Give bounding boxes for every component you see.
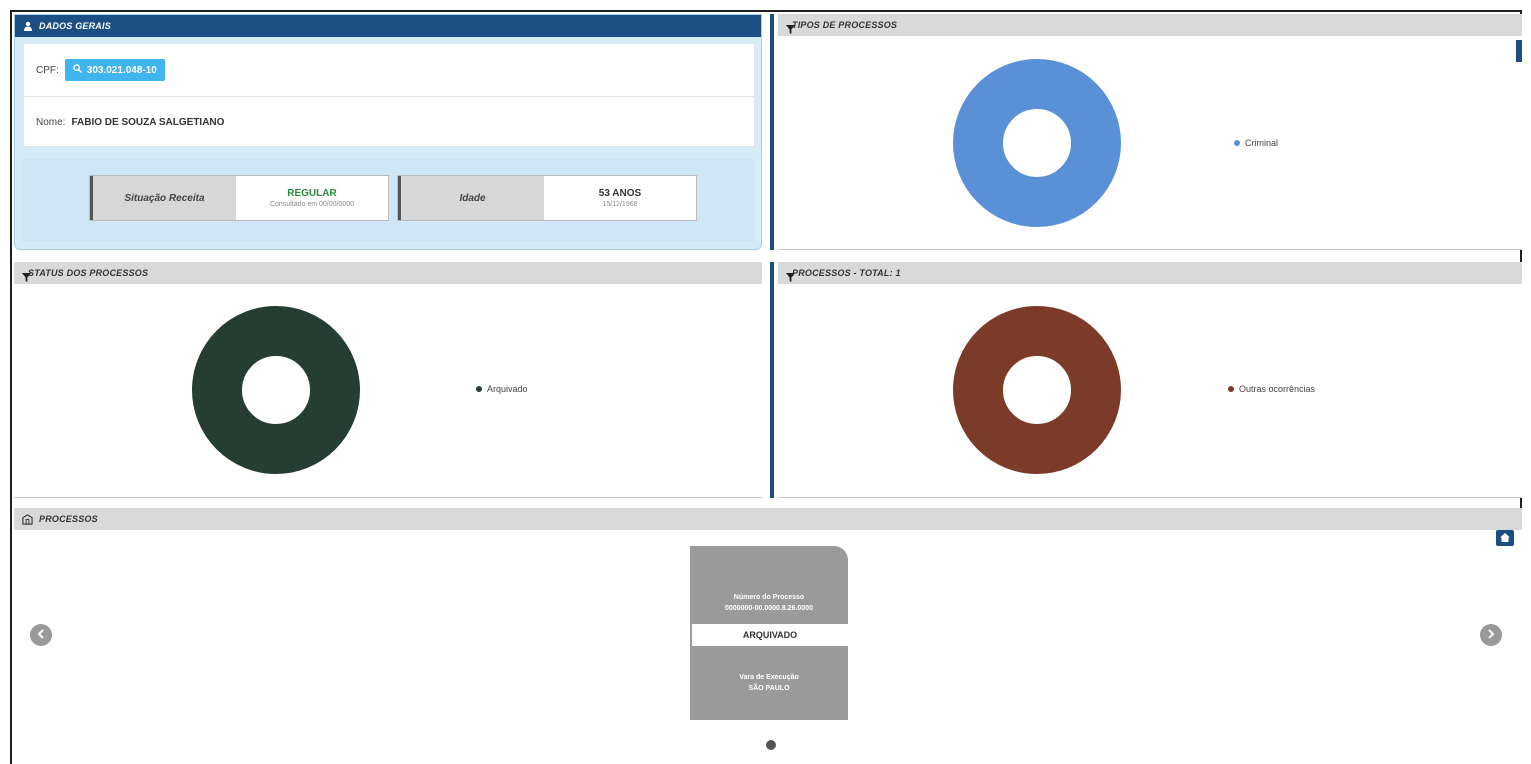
total-title: PROCESSOS - TOTAL: 1: [792, 268, 901, 278]
status-title: STATUS DOS PROCESSOS: [28, 268, 149, 278]
processos-panel: PROCESSOS Número do Processo 0000000-00.…: [14, 508, 1522, 764]
processos-header: PROCESSOS: [14, 508, 1522, 530]
situacao-box: Situação Receita REGULAR Consultado em 0…: [89, 175, 389, 221]
processo-status: ARQUIVADO: [690, 624, 848, 646]
chevron-left-icon: [37, 626, 45, 644]
tipos-legend-label: Criminal: [1245, 138, 1279, 148]
column-divider-middle: [770, 262, 774, 498]
info-strip: Situação Receita REGULAR Consultado em 0…: [23, 159, 755, 241]
dados-gerais-title: DADOS GERAIS: [39, 21, 111, 31]
processo-comarca: SÃO PAULO: [748, 685, 790, 692]
chevron-right-icon: [1487, 626, 1495, 644]
processo-numero-label: Número do Processo: [733, 593, 805, 601]
processo-vara: Vara de Execução: [739, 673, 799, 681]
home-icon: [1500, 529, 1510, 547]
status-legend-dot: [476, 386, 482, 392]
user-icon: [23, 21, 33, 31]
processos-total-panel: PROCESSOS - TOTAL: 1 Outras ocorrências: [778, 262, 1522, 498]
total-donut-chart: [953, 306, 1121, 474]
idade-value-cell: 53 ANOS 15/12/1968: [544, 176, 696, 220]
building-icon: [22, 513, 33, 525]
carousel-prev-button[interactable]: [30, 624, 52, 646]
search-icon: [73, 64, 82, 76]
cpf-value: 303.021.048-10: [86, 64, 157, 76]
processo-card-header: Número do Processo 0000000-00.0000.8.26.…: [690, 546, 848, 624]
tipos-slice-criminal[interactable]: [953, 59, 1121, 227]
status-legend[interactable]: Arquivado: [476, 384, 528, 394]
status-legend-label: Arquivado: [487, 384, 528, 394]
cpf-label: CPF:: [36, 64, 59, 76]
total-legend-label: Outras ocorrências: [1239, 384, 1316, 394]
nome-value: FABIO DE SOUZA SALGETIANO: [71, 117, 225, 128]
tipos-legend[interactable]: Criminal: [1234, 138, 1278, 148]
total-legend[interactable]: Outras ocorrências: [1228, 384, 1315, 394]
home-button[interactable]: [1496, 530, 1514, 546]
tipos-donut-chart: [953, 59, 1121, 227]
cpf-row: CPF: 303.021.048-10: [24, 44, 754, 96]
nome-label: Nome:: [36, 117, 66, 128]
status-processos-panel: STATUS DOS PROCESSOS Arquivado: [14, 262, 762, 498]
dados-gerais-panel: DADOS GERAIS CPF: 303.021.048-10 Nome: F…: [14, 14, 762, 250]
idade-label: Idade: [398, 176, 544, 220]
status-header: STATUS DOS PROCESSOS: [14, 262, 762, 284]
nome-row: Nome: FABIO DE SOUZA SALGETIANO: [24, 96, 754, 148]
total-legend-dot: [1228, 386, 1234, 392]
tipos-processos-panel: TIPOS DE PROCESSOS Criminal: [778, 14, 1522, 250]
situacao-label: Situação Receita: [90, 176, 236, 220]
total-header: PROCESSOS - TOTAL: 1: [778, 262, 1522, 284]
tipos-title: TIPOS DE PROCESSOS: [792, 20, 898, 30]
processos-title: PROCESSOS: [39, 514, 98, 524]
tipos-legend-dot: [1234, 140, 1240, 146]
idade-value: 53 ANOS: [598, 188, 642, 199]
tipos-header: TIPOS DE PROCESSOS: [778, 14, 1522, 36]
cpf-button[interactable]: 303.021.048-10: [64, 59, 165, 81]
total-slice-outras[interactable]: [953, 306, 1121, 474]
dados-gerais-header: DADOS GERAIS: [15, 15, 761, 37]
side-tab[interactable]: [1516, 40, 1522, 62]
idade-box: Idade 53 ANOS 15/12/1968: [397, 175, 697, 221]
dados-gerais-body: CPF: 303.021.048-10 Nome: FABIO DE SOUZA…: [23, 43, 755, 147]
status-donut-chart: [192, 306, 360, 474]
idade-sub: 15/12/1968: [602, 201, 638, 208]
carousel-pager-dot[interactable]: [766, 740, 776, 750]
situacao-value-cell: REGULAR Consultado em 00/00/0000: [236, 176, 388, 220]
processo-card-footer: Vara de Execução SÃO PAULO: [690, 646, 848, 720]
column-divider-top: [770, 14, 774, 250]
processo-numero: 0000000-00.0000.8.26.0000: [725, 604, 813, 612]
processo-card[interactable]: Número do Processo 0000000-00.0000.8.26.…: [690, 546, 848, 724]
situacao-value: REGULAR: [287, 188, 337, 199]
status-slice-arquivado[interactable]: [192, 306, 360, 474]
situacao-sub: Consultado em 00/00/0000: [269, 201, 355, 208]
carousel-next-button[interactable]: [1480, 624, 1502, 646]
